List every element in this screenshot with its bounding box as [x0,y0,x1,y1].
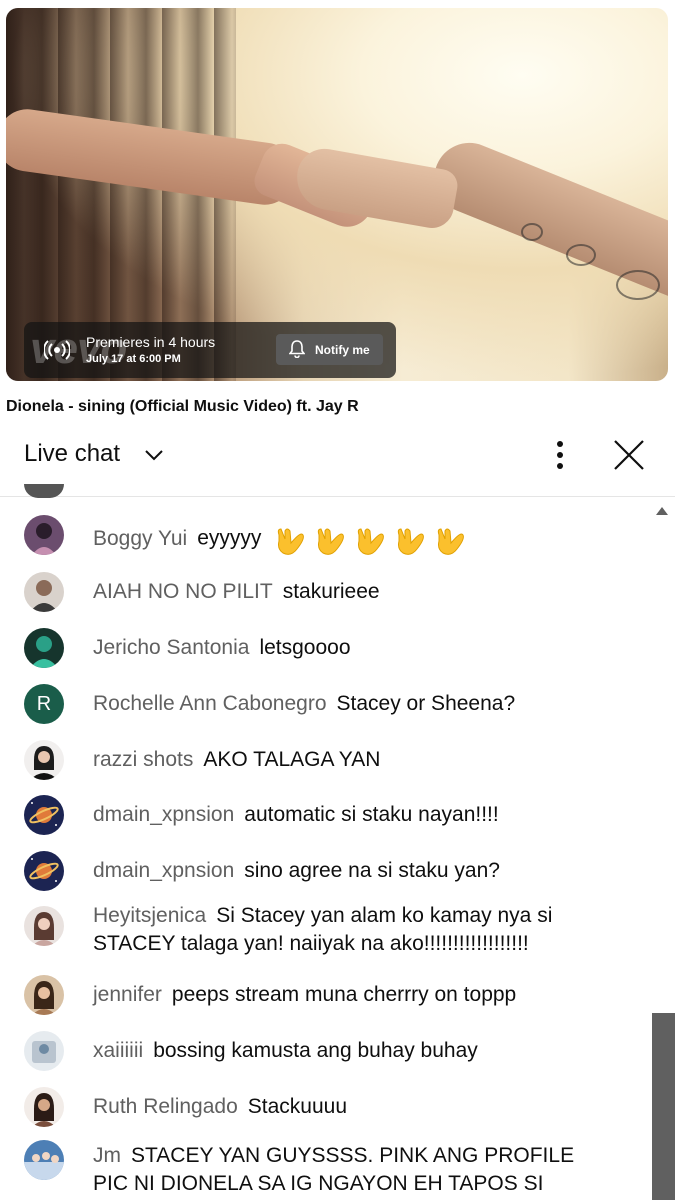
tattoo-mark [521,223,543,241]
message-body: sino agree na si staku yan? [244,859,500,882]
author-name[interactable]: dmain_xpnsion [93,803,234,826]
message-text: AIAH NO NO PILIT stakurieee [93,578,613,606]
right-hand-image [292,144,460,232]
chevron-down-icon[interactable] [144,448,164,462]
tattoo-mark [616,270,660,300]
avatar[interactable] [24,1140,64,1180]
message-text: Heyitsjenica Si Stacey yan alam ko kamay … [93,902,613,958]
call-me-hand-emoji-icon [358,528,385,555]
avatar[interactable] [24,975,64,1015]
message-text: razzi shots AKO TALAGA YAN [93,746,613,774]
avatar[interactable] [24,795,64,835]
message-text: Rochelle Ann Cabonegro Stacey or Sheena? [93,690,613,718]
avatar[interactable] [24,740,64,780]
live-chat-header: Live chat [0,428,675,497]
call-me-hand-emoji-icon [318,528,345,555]
author-name[interactable]: Rochelle Ann Cabonegro [93,692,327,715]
message-body: eyyyyy [197,526,262,550]
message-text: Jm STACEY YAN GUYSSSS. PINK ANG PROFILE P… [93,1142,613,1198]
author-name[interactable]: Jm [93,1144,121,1167]
author-name[interactable]: Ruth Relingado [93,1095,238,1118]
video-title[interactable]: Dionela - sining (Official Music Video) … [6,398,359,416]
message-body: Stackuuuu [247,1095,348,1118]
avatar[interactable] [24,1087,64,1127]
close-icon[interactable] [612,438,646,472]
author-name[interactable]: Heyitsjenica [93,904,206,927]
message-text: jennifer peeps stream muna cherrry on top… [93,981,613,1009]
message-text: Boggy Yui eyyyyy [93,521,613,557]
notify-me-button[interactable]: Notify me [276,334,383,365]
video-player[interactable]: vevo Premieres in 4 hours July 17 at 6:0… [6,8,668,381]
author-name[interactable]: Jericho Santonia [93,636,249,659]
avatar[interactable] [24,572,64,612]
message-body: peeps stream muna cherrry on toppp [171,983,517,1006]
author-name[interactable]: xaiiiiii [93,1039,143,1062]
call-me-hand-emoji-icon [438,528,465,555]
message-text: Jericho Santonia letsgoooo [93,634,613,662]
author-name[interactable]: jennifer [93,983,162,1006]
message-body: letsgoooo [259,636,351,659]
call-me-hand-emoji-group [267,527,467,555]
avatar[interactable]: R [24,684,64,724]
premiere-banner: vevo Premieres in 4 hours July 17 at 6:0… [24,322,396,378]
avatar[interactable] [24,628,64,668]
message-text: xaiiiiii bossing kamusta ang buhay buhay [93,1037,613,1065]
premiere-title: Premieres in 4 hours [86,334,216,350]
message-body: AKO TALAGA YAN [203,748,381,771]
call-me-hand-emoji-icon [398,528,425,555]
more-options-icon[interactable] [548,439,572,471]
author-name[interactable]: Boggy Yui [93,527,187,550]
avatar[interactable] [24,851,64,891]
scrollbar-thumb[interactable] [652,1013,675,1200]
avatar[interactable] [24,1031,64,1071]
call-me-hand-emoji-icon [278,528,305,555]
premiere-date: July 17 at 6:00 PM [86,353,181,365]
message-body: STACEY YAN GUYSSSS. PINK ANG PROFILE PIC… [93,1144,575,1195]
author-name[interactable]: razzi shots [93,748,193,771]
live-chat-label[interactable]: Live chat [24,440,120,468]
author-name[interactable]: AIAH NO NO PILIT [93,580,273,603]
bell-icon [288,340,306,359]
message-body: stakurieee [282,580,380,603]
message-body: Stacey or Sheena? [336,692,516,715]
author-name[interactable]: dmain_xpnsion [93,859,234,882]
scroll-up-arrow-icon[interactable] [656,507,668,515]
avatar-letter: R [36,693,52,715]
avatar[interactable] [24,906,64,946]
broadcast-icon [42,340,72,360]
message-text: dmain_xpnsion sino agree na si staku yan? [93,857,613,885]
notify-me-label: Notify me [315,343,370,357]
avatar[interactable] [24,515,64,555]
message-text: Ruth Relingado Stackuuuu [93,1093,613,1121]
tattoo-mark [566,244,596,266]
message-text: dmain_xpnsion automatic si staku nayan!!!… [93,801,613,829]
message-body: bossing kamusta ang buhay buhay [153,1039,478,1062]
message-body: automatic si staku nayan!!!! [244,803,499,826]
